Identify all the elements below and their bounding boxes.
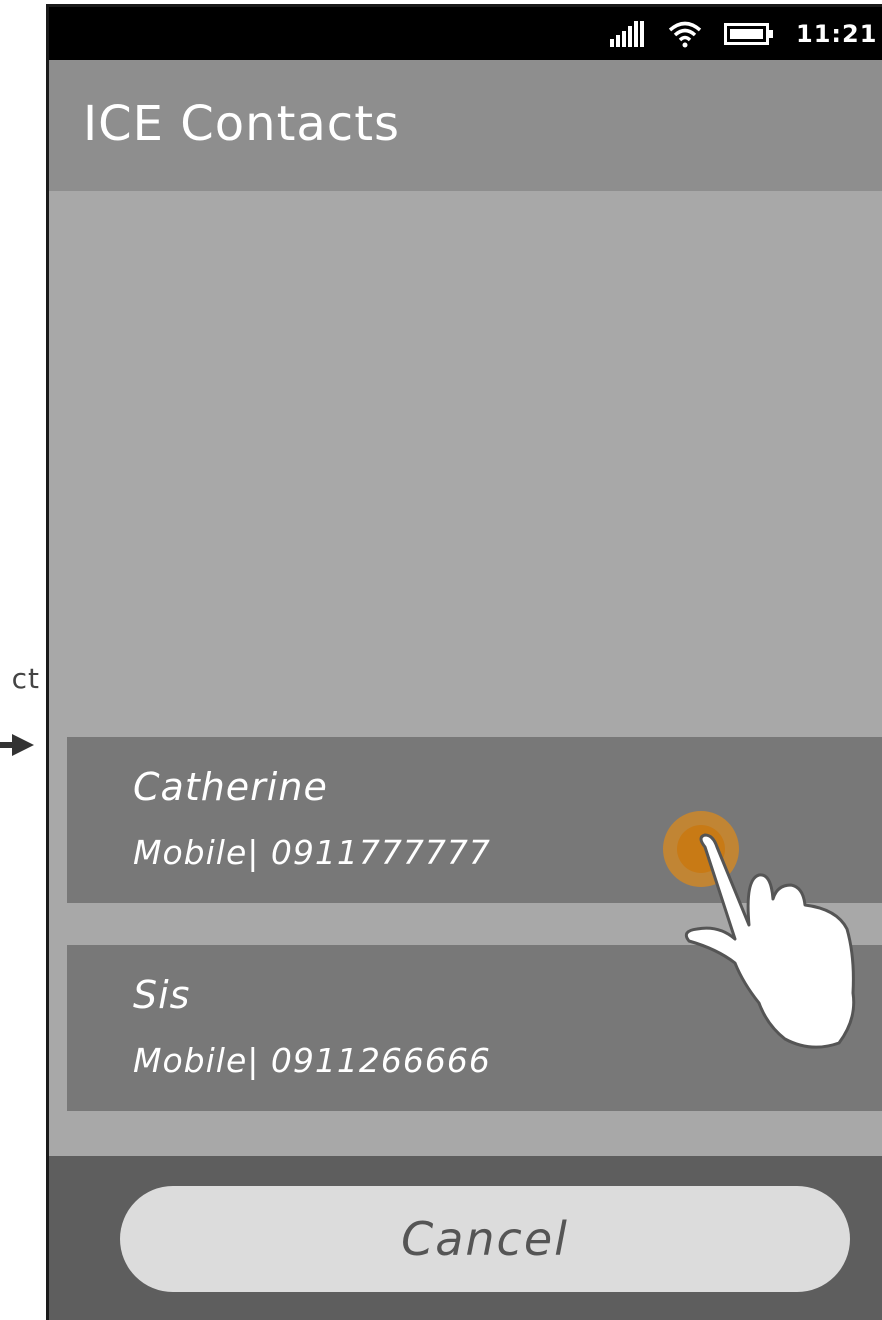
- status-bar: 11:21 pm: [49, 7, 882, 60]
- wifi-icon: [668, 21, 702, 47]
- contact-phone: Mobile| 0911266666: [133, 1041, 491, 1080]
- cancel-button[interactable]: Cancel: [120, 1186, 850, 1292]
- arrow-right-icon: [0, 734, 34, 756]
- signal-icon: [610, 20, 644, 47]
- annotation-label: ct: [11, 662, 40, 695]
- status-time: 11:21 pm: [796, 19, 882, 48]
- phone-screen: 11:21 pm ICE Contacts Catherine Mobile| …: [46, 4, 882, 1320]
- bottom-bar: Cancel: [49, 1156, 882, 1320]
- contact-phone: Mobile| 0911777777: [133, 833, 491, 872]
- tap-hand-icon: [663, 811, 856, 1049]
- app-bar: ICE Contacts: [49, 60, 882, 191]
- battery-icon: [724, 22, 773, 45]
- contact-name: Catherine: [133, 765, 328, 809]
- page-title: ICE Contacts: [83, 96, 401, 152]
- contact-name: Sis: [133, 973, 191, 1017]
